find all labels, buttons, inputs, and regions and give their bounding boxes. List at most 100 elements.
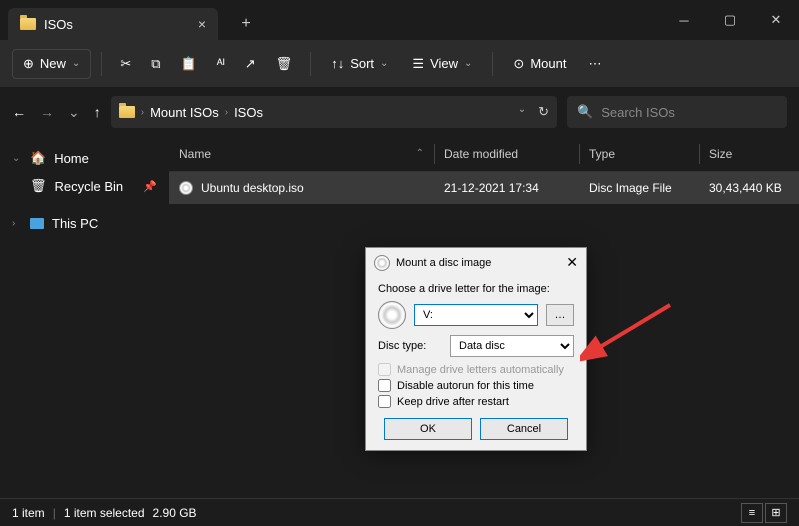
- drive-letter-select[interactable]: V:: [414, 304, 538, 326]
- view-mode-buttons: ≡ ⊞: [741, 503, 787, 523]
- sort-label: Sort: [350, 56, 374, 71]
- separator: [310, 52, 311, 76]
- trash-icon: 🗑: [276, 56, 293, 72]
- ellipsis-icon: ⋯: [588, 56, 601, 72]
- disc-type-label: Disc type:: [378, 340, 442, 352]
- chevron-down-icon[interactable]: ⌄: [12, 153, 22, 164]
- dialog-titlebar: Mount a disc image ✕: [366, 248, 586, 277]
- share-icon: ↗: [245, 56, 256, 72]
- close-tab-icon[interactable]: ×: [198, 16, 206, 32]
- sort-indicator-icon: ⌃: [416, 148, 424, 159]
- separator: [101, 52, 102, 76]
- disc-image-icon: [179, 181, 193, 195]
- column-size[interactable]: Size: [699, 147, 799, 161]
- checkbox-manage: [378, 363, 391, 376]
- nav-arrows: ← → ⌄ ↑: [12, 104, 101, 121]
- cut-button[interactable]: ✂: [112, 50, 139, 78]
- file-type: Disc Image File: [579, 181, 699, 195]
- status-size: 2.90 GB: [153, 506, 197, 520]
- paste-button[interactable]: 📋: [173, 50, 205, 78]
- pin-icon[interactable]: 📌: [143, 180, 157, 193]
- title-bar: ISOs × + ─ ▢ ✕: [0, 0, 799, 40]
- search-icon: 🔍: [577, 104, 593, 120]
- view-icon: ☰: [412, 56, 424, 72]
- search-placeholder: Search ISOs: [601, 105, 675, 120]
- chevron-right-icon: ›: [141, 107, 144, 118]
- check-disable-autorun[interactable]: Disable autorun for this time: [378, 379, 574, 392]
- grid-view-button[interactable]: ⊞: [765, 503, 787, 523]
- checkbox-autorun[interactable]: [378, 379, 391, 392]
- mount-button[interactable]: ⊙ Mount: [503, 50, 576, 78]
- breadcrumb-actions: ⌄ ↻: [518, 104, 549, 120]
- window-tab[interactable]: ISOs ×: [8, 8, 218, 40]
- chevron-down-icon: ⌄: [380, 58, 388, 69]
- chevron-down-icon: ⌄: [72, 58, 80, 69]
- sort-icon: ↑↓: [331, 56, 344, 71]
- close-window-button[interactable]: ✕: [753, 0, 799, 40]
- check-manage-drives: Manage drive letters automatically: [378, 363, 574, 376]
- column-headers: Name⌃ Date modified Type Size: [169, 136, 799, 172]
- view-button[interactable]: ☰ View ⌄: [402, 50, 482, 78]
- column-type[interactable]: Type: [579, 147, 699, 161]
- file-date: 21-12-2021 17:34: [434, 181, 579, 195]
- separator: [492, 52, 493, 76]
- up-button[interactable]: ↑: [94, 104, 101, 121]
- column-date[interactable]: Date modified: [434, 147, 579, 161]
- share-button[interactable]: ↗: [237, 50, 264, 78]
- file-row[interactable]: Ubuntu desktop.iso 21-12-2021 17:34 Disc…: [169, 172, 799, 204]
- minimize-button[interactable]: ─: [661, 0, 707, 40]
- breadcrumb[interactable]: › Mount ISOs › ISOs ⌄ ↻: [111, 96, 557, 128]
- folder-icon: [20, 18, 36, 30]
- sort-button[interactable]: ↑↓ Sort ⌄: [321, 50, 398, 77]
- rename-icon: ᴬᴵ: [217, 56, 225, 71]
- status-bar: 1 item | 1 item selected 2.90 GB ≡ ⊞: [0, 498, 799, 526]
- browse-button[interactable]: …: [546, 304, 574, 326]
- cancel-button[interactable]: Cancel: [480, 418, 568, 440]
- chevron-right-icon[interactable]: ›: [12, 218, 22, 229]
- check-keep-drive[interactable]: Keep drive after restart: [378, 395, 574, 408]
- ok-button[interactable]: OK: [384, 418, 472, 440]
- status-count: 1 item: [12, 506, 45, 520]
- details-view-button[interactable]: ≡: [741, 503, 763, 523]
- chevron-right-icon: ›: [225, 107, 228, 118]
- forward-button[interactable]: →: [40, 104, 54, 121]
- search-input[interactable]: 🔍 Search ISOs: [567, 96, 787, 128]
- sidebar: ⌄ 🏠 Home 🗑 Recycle Bin 📌 › This PC: [0, 136, 169, 498]
- rename-button[interactable]: ᴬᴵ: [209, 50, 233, 77]
- choose-drive-label: Choose a drive letter for the image:: [378, 283, 574, 295]
- delete-button[interactable]: 🗑: [268, 50, 301, 78]
- mount-label: Mount: [530, 56, 566, 71]
- breadcrumb-part[interactable]: ISOs: [234, 105, 263, 120]
- dialog-close-button[interactable]: ✕: [566, 254, 578, 271]
- file-name: Ubuntu desktop.iso: [201, 181, 304, 195]
- back-button[interactable]: ←: [12, 104, 26, 121]
- more-button[interactable]: ⋯: [580, 50, 609, 78]
- disc-icon: [374, 255, 390, 271]
- breadcrumb-part[interactable]: Mount ISOs: [150, 105, 219, 120]
- dialog-body: Choose a drive letter for the image: V: …: [366, 277, 586, 450]
- sidebar-item-home[interactable]: ⌄ 🏠 Home: [4, 144, 165, 172]
- file-name-cell: Ubuntu desktop.iso: [169, 181, 434, 195]
- new-tab-button[interactable]: +: [230, 15, 262, 33]
- new-button[interactable]: ⊕ New ⌄: [12, 49, 91, 79]
- separator: |: [53, 506, 56, 520]
- copy-button[interactable]: ⧉: [143, 50, 168, 78]
- maximize-button[interactable]: ▢: [707, 0, 753, 40]
- plus-icon: ⊕: [23, 56, 34, 72]
- window-controls: ─ ▢ ✕: [661, 0, 799, 40]
- column-name[interactable]: Name⌃: [169, 147, 434, 161]
- sidebar-item-recycle[interactable]: 🗑 Recycle Bin 📌: [4, 172, 165, 200]
- tab-title: ISOs: [44, 17, 73, 32]
- toolbar: ⊕ New ⌄ ✂ ⧉ 📋 ᴬᴵ ↗ 🗑 ↑↓ Sort ⌄ ☰ View ⌄ …: [0, 40, 799, 88]
- new-label: New: [40, 56, 66, 71]
- refresh-button[interactable]: ↻: [538, 104, 549, 120]
- drive-icon: [378, 301, 406, 329]
- chevron-down-icon[interactable]: ⌄: [518, 104, 526, 120]
- clipboard-icon: 📋: [181, 56, 197, 72]
- checkbox-keep[interactable]: [378, 395, 391, 408]
- sidebar-label: This PC: [52, 216, 98, 231]
- history-chevron-icon[interactable]: ⌄: [68, 104, 80, 121]
- disc-type-select[interactable]: Data disc: [450, 335, 574, 357]
- sidebar-label: Home: [54, 151, 89, 166]
- sidebar-item-thispc[interactable]: › This PC: [4, 210, 165, 237]
